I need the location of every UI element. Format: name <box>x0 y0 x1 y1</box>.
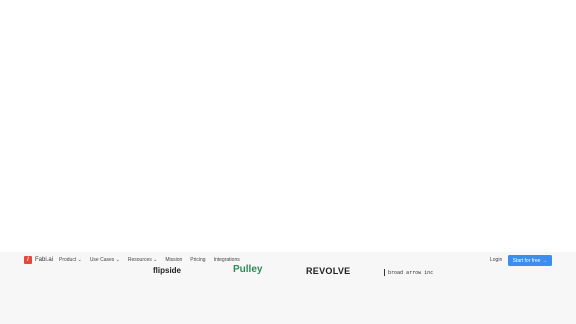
cta-label: Start for free <box>512 257 541 264</box>
nav-item-mission[interactable]: Mission <box>165 257 182 263</box>
nav-item-use-cases[interactable]: Use Cases ⌄ <box>90 257 120 263</box>
nav-item-integrations[interactable]: Integrations <box>214 257 240 263</box>
customer-logo-revolve: REVOLVE <box>306 266 351 276</box>
arrow-right-icon: → <box>542 257 548 264</box>
login-link[interactable]: Login <box>490 257 502 263</box>
hero-section <box>0 0 576 252</box>
nav-item-pricing[interactable]: Pricing <box>190 257 205 263</box>
broad-arrow-text: broad arrow inc <box>388 270 434 276</box>
brand-mark-icon: / <box>24 256 32 264</box>
nav-item-resources[interactable]: Resources ⌄ <box>128 257 157 263</box>
start-for-free-button[interactable]: Start for free → <box>508 255 552 266</box>
broad-arrow-bar-icon <box>384 269 385 276</box>
brand-name: Fabi.ai <box>35 257 54 263</box>
customer-logo-broad-arrow: broad arrow inc <box>384 269 433 276</box>
customer-logo-pulley: Pulley <box>233 264 263 275</box>
customer-logo-flipside: flipside <box>153 266 182 275</box>
brand-logo[interactable]: / Fabi.ai <box>24 256 53 264</box>
top-nav: / Fabi.ai Product ⌄ Use Cases ⌄ Resource… <box>0 252 576 269</box>
nav-item-product[interactable]: Product ⌄ <box>59 257 82 263</box>
main-menu: Product ⌄ Use Cases ⌄ Resources ⌄ Missio… <box>59 257 240 263</box>
